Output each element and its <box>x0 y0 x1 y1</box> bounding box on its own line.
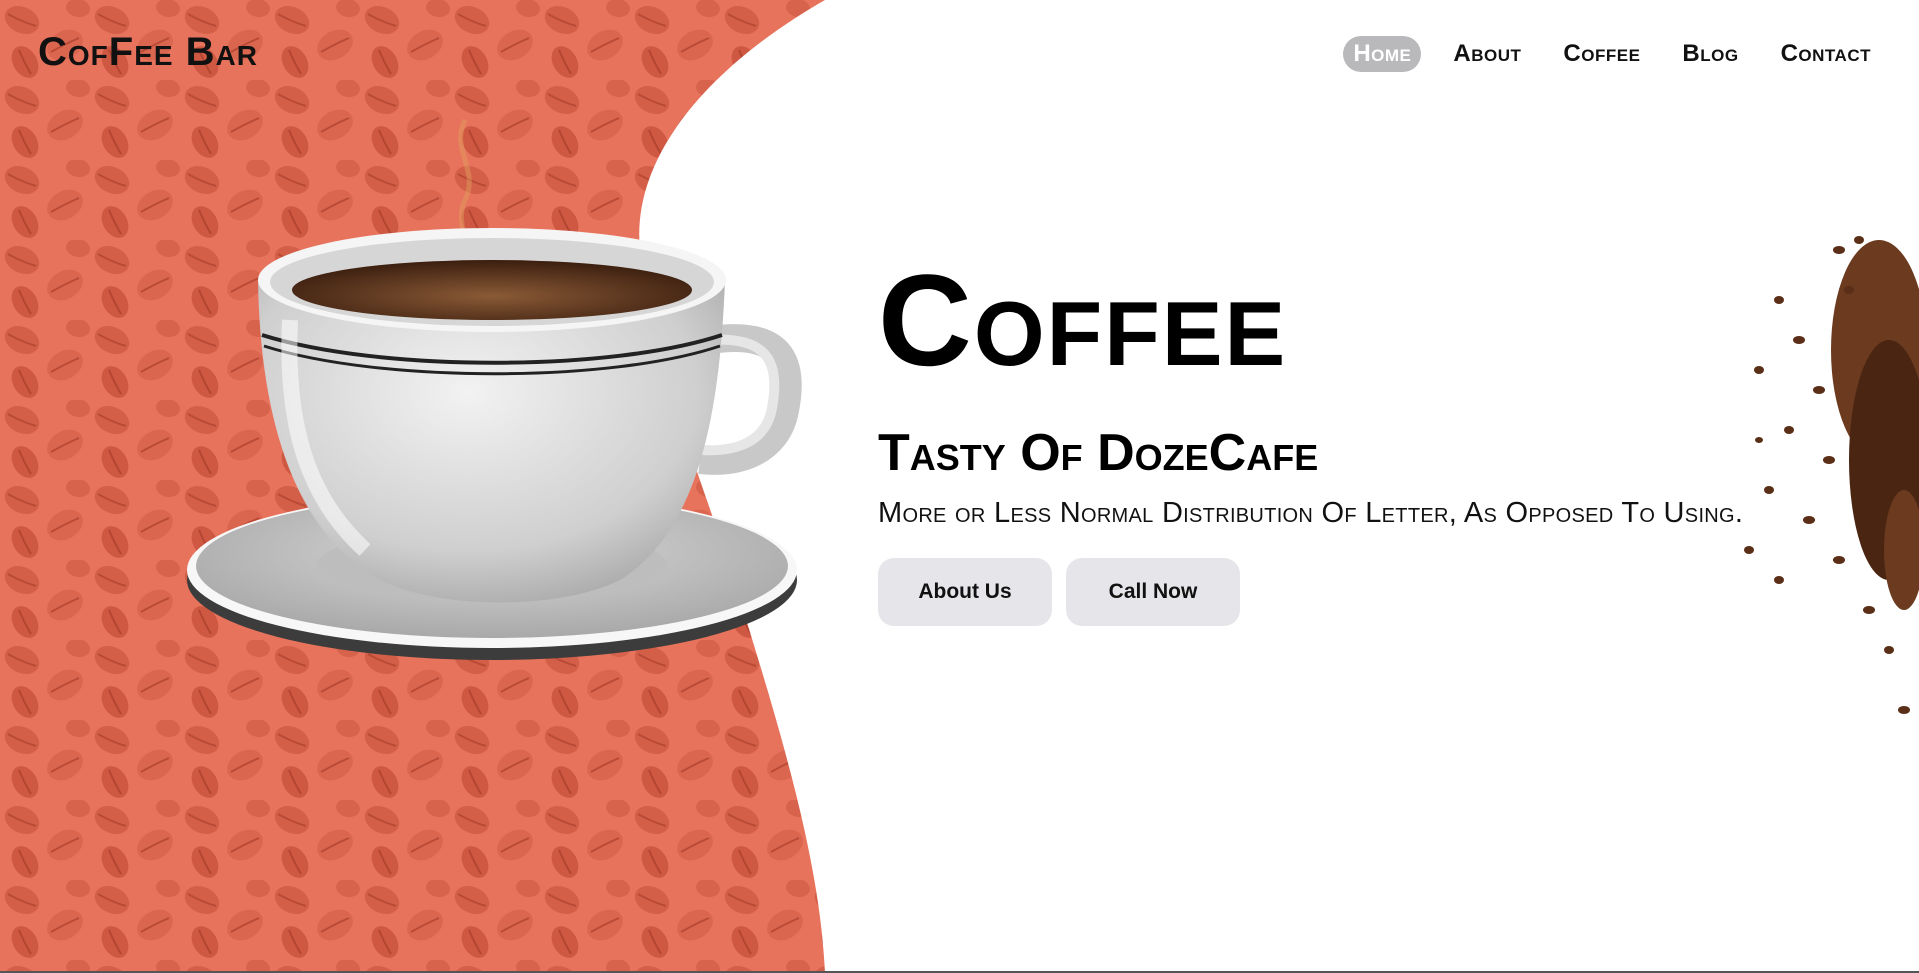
about-us-button[interactable]: About Us <box>878 558 1052 626</box>
brand-logo[interactable]: CofFee Bar <box>38 30 258 75</box>
coffee-beans-illustration <box>1744 236 1919 714</box>
nav-contact[interactable]: Contact <box>1771 36 1881 72</box>
hero-buttons: About Us Call Now <box>878 558 1743 626</box>
main-nav: Home About Coffee Blog Contact <box>1343 36 1881 72</box>
nav-home[interactable]: Home <box>1343 36 1422 72</box>
call-now-button[interactable]: Call Now <box>1066 558 1240 626</box>
hero-title: Coffee <box>878 247 1288 393</box>
nav-about[interactable]: About <box>1443 36 1531 72</box>
nav-blog[interactable]: Blog <box>1672 36 1748 72</box>
nav-coffee[interactable]: Coffee <box>1553 36 1650 72</box>
hero-content: Coffee Tasty Of DozeCafe More or Less No… <box>878 255 1743 626</box>
hero-subtitle: Tasty Of DozeCafe <box>878 424 1319 482</box>
hero-description: More or Less Normal Distribution Of Lett… <box>878 497 1744 529</box>
coffee-cup-illustration <box>187 118 802 660</box>
